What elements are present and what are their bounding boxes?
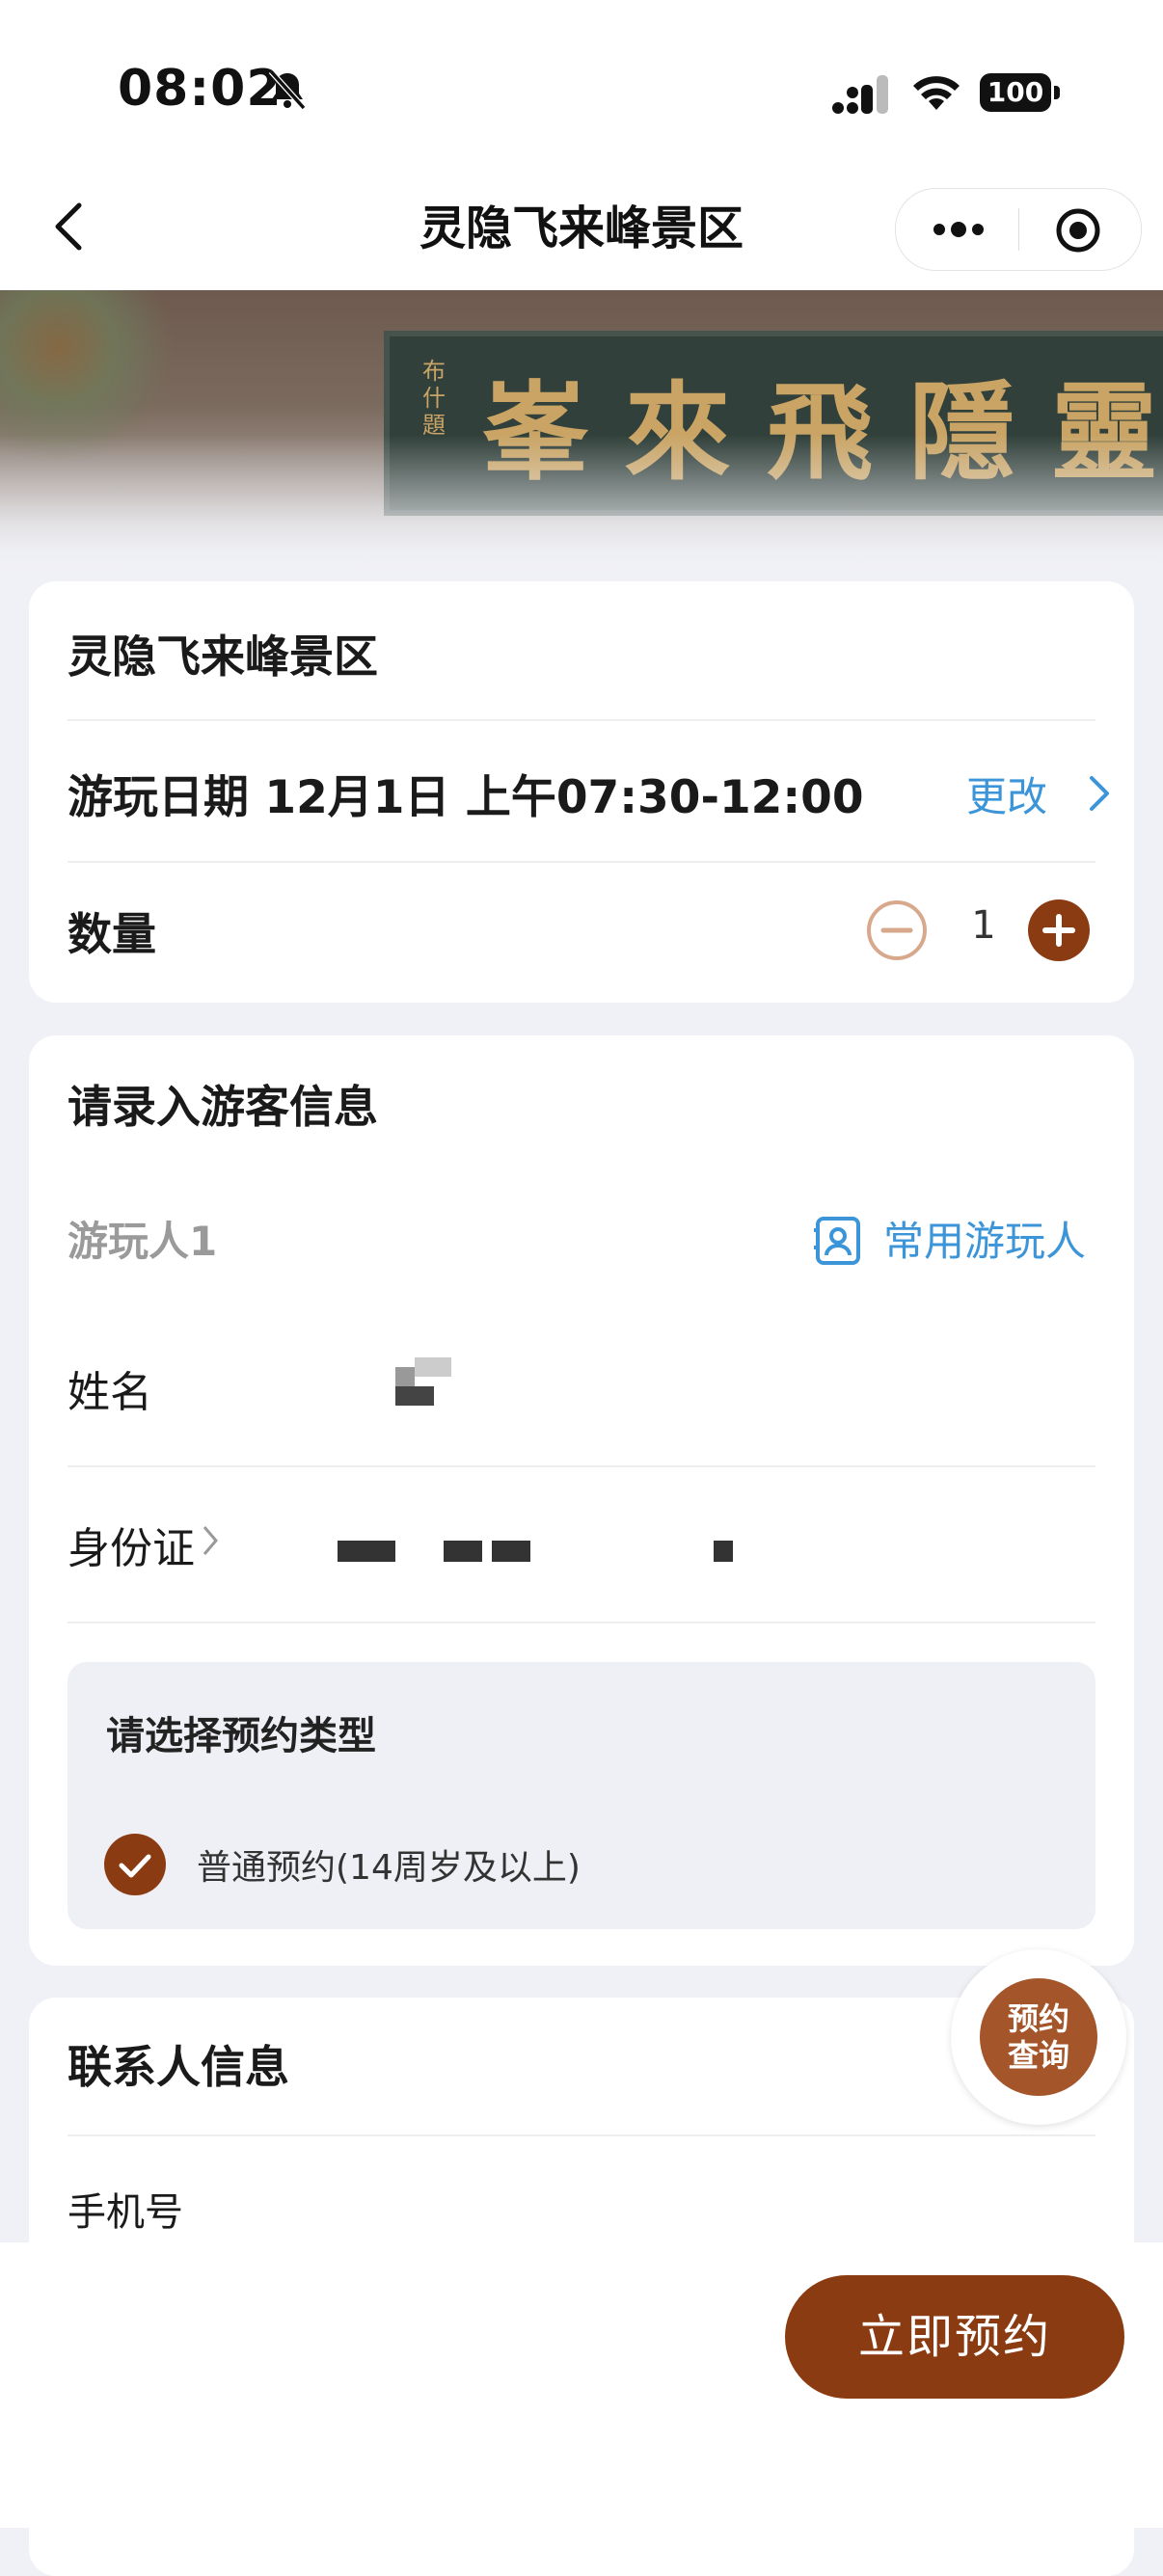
booking-type-title: 请选择预约类型 [106, 1714, 376, 1758]
plaque-inscription: 布什題 [422, 358, 446, 439]
booking-query-button[interactable]: 预约 查询 [951, 1949, 1126, 2125]
quantity-value: 1 [971, 903, 996, 948]
bell-muted-icon [268, 68, 307, 111]
checkmark-icon[interactable] [104, 1834, 166, 1895]
status-bar: 08:02 100 [0, 0, 1163, 169]
bottom-action-bar: 立即预约 [0, 2242, 1163, 2528]
minus-icon[interactable] [866, 899, 928, 961]
name-label: 姓名 [68, 1368, 152, 1417]
more-icon[interactable] [930, 208, 987, 251]
ticket-card: 灵隐飞来峰景区 游玩日期 12月1日 上午07:30-12:00 更改 数量 1 [29, 581, 1134, 1003]
close-miniprogram-icon[interactable] [1054, 206, 1102, 255]
battery-level: 100 [980, 73, 1051, 112]
signal-icon [832, 75, 888, 114]
plus-icon[interactable] [1028, 899, 1090, 961]
booking-query-line2: 查询 [1007, 2037, 1069, 2074]
id-type-label[interactable]: 身份证 [68, 1514, 195, 1575]
battery-indicator: 100 [980, 73, 1061, 114]
chevron-right-icon[interactable] [201, 1523, 220, 1558]
contacts-icon[interactable] [812, 1215, 864, 1267]
quantity-label: 数量 [68, 908, 156, 960]
name-field[interactable] [318, 1344, 1090, 1421]
change-date-link[interactable]: 更改 [966, 765, 1047, 823]
nav-bar: 灵隐飞来峰景区 [0, 169, 1163, 290]
booking-type-box: 请选择预约类型 普通预约(14周岁及以上) [68, 1662, 1095, 1929]
status-time: 08:02 [118, 60, 283, 118]
visit-date: 游玩日期 12月1日 上午07:30-12:00 [68, 771, 864, 824]
scenic-name: 灵隐飞来峰景区 [68, 631, 378, 683]
banner-image: 布什題 峯 來 飛 隱 靈 [0, 290, 1163, 579]
booking-type-option[interactable]: 普通预约(14周岁及以上) [197, 1839, 581, 1890]
traveler-label: 游玩人1 [68, 1218, 218, 1265]
section-title-visitor: 请录入游客信息 [68, 1081, 378, 1133]
chevron-right-icon[interactable] [1086, 774, 1113, 813]
phone-label: 手机号 [68, 2190, 183, 2235]
booking-query-line1: 预约 [1007, 2000, 1069, 2037]
mini-program-capsule [895, 188, 1142, 271]
section-title-contact: 联系人信息 [68, 2041, 289, 2093]
frequent-travelers-link[interactable]: 常用游玩人 [883, 1209, 1086, 1268]
book-now-button[interactable]: 立即预约 [785, 2275, 1124, 2399]
id-number-field[interactable] [309, 1508, 1080, 1585]
wifi-icon [913, 76, 960, 110]
visitor-info-card: 请录入游客信息 游玩人1 常用游玩人 姓名 身份证 请选择预约类型 普通预约(1… [29, 1035, 1134, 1966]
